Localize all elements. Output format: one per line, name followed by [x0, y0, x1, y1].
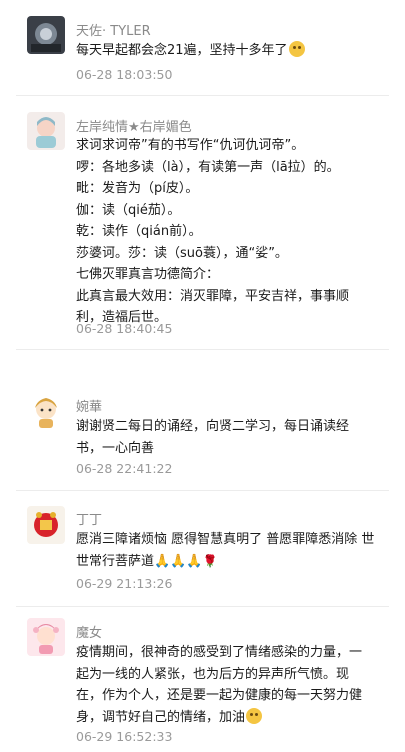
comment-line: 此真言最大效用：消灭罪障，平安吉祥，事事顺	[76, 288, 350, 304]
comment-line: 伽：读（qié茄）。	[76, 202, 181, 218]
avatar[interactable]	[27, 392, 65, 430]
comment-text: 谢谢贤二每日的诵经，向贤二学习，每日诵读经 书，一心向善	[76, 416, 376, 459]
comment-line: 求诃求诃帝”有的书写作“仇诃仇诃帝”。	[76, 138, 305, 153]
emoji-face-icon	[288, 41, 305, 57]
avatar[interactable]	[27, 506, 65, 544]
comment-line: 七佛灭罪真言功德简介：	[76, 267, 220, 282]
comment-line: 在，作为个人，还是要一起为健康的每一天努力健	[76, 688, 363, 703]
comment-line: 毗：发音为（pí皮）。	[76, 181, 199, 196]
comment-line: 谢谢贤二每日的诵经，向贤二学习，每日诵读经	[76, 419, 350, 434]
comment-text: 疫情期间，很神奇的感受到了情绪感染的力量，一 起为一线的人紧张，也为后方的异声所…	[76, 642, 376, 728]
comment-text: 求诃求诃帝”有的书写作“仇诃仇诃帝”。 啰：各地多读（là），有读第一声（lā拉…	[76, 135, 376, 329]
comment-time: 06-28 18:03:50	[76, 67, 173, 82]
rose-icon: 🌹	[202, 553, 218, 568]
comment-line: 每天早起都会念21遍，坚持十多年了	[76, 40, 376, 62]
comment-line: 莎婆诃。莎：读（suō蓑），通“娑”。	[76, 245, 288, 261]
commenter-name[interactable]: 丁丁	[76, 509, 102, 528]
avatar[interactable]	[27, 16, 65, 54]
comment-time: 06-28 18:40:45	[76, 321, 173, 336]
praying-hands-icon: 🙏🙏🙏	[154, 553, 203, 569]
divider	[16, 490, 389, 491]
comment-list: 天佐· TYLER 每天早起都会念21遍，坚持十多年了 06-28 18:03:…	[0, 0, 405, 752]
comment-time: 06-28 22:41:22	[76, 461, 173, 476]
comment-line: 愿消三障诸烦恼 愿得智慧真明了 普愿罪障悉消除 世	[76, 532, 375, 547]
comment-line: 疫情期间，很神奇的感受到了情绪感染的力量，一	[76, 645, 363, 660]
comment-line: 啰：各地多读（là），有读第一声（lā拉）的。	[76, 159, 340, 175]
emoji-face-icon	[246, 707, 263, 724]
commenter-name[interactable]: 婉華	[76, 396, 102, 415]
divider	[16, 606, 389, 607]
comment-line: 世常行菩萨道🙏🙏🙏🌹	[76, 551, 376, 573]
comment-time: 06-29 21:13:26	[76, 576, 173, 591]
avatar[interactable]	[27, 618, 65, 656]
comment-time: 06-29 16:52:33	[76, 729, 173, 744]
comment-line: 书，一心向善	[76, 440, 155, 456]
comment-text: 愿消三障诸烦恼 愿得智慧真明了 普愿罪障悉消除 世 世常行菩萨道🙏🙏🙏🌹	[76, 529, 376, 572]
divider	[16, 95, 389, 96]
comment-line: 起为一线的人紧张，也为后方的异声所气愤。现	[76, 666, 350, 682]
divider	[16, 349, 389, 350]
commenter-name[interactable]: 天佐· TYLER	[76, 20, 151, 39]
comment-text: 每天早起都会念21遍，坚持十多年了	[76, 40, 376, 62]
commenter-name[interactable]: 左岸纯情★右岸媚色	[76, 116, 192, 135]
avatar[interactable]	[27, 112, 65, 150]
comment-line: 乾：读作（qián前）。	[76, 224, 202, 239]
comment-line: 身，调节好自己的情绪，加油	[76, 707, 376, 729]
commenter-name[interactable]: 魔女	[76, 622, 102, 641]
